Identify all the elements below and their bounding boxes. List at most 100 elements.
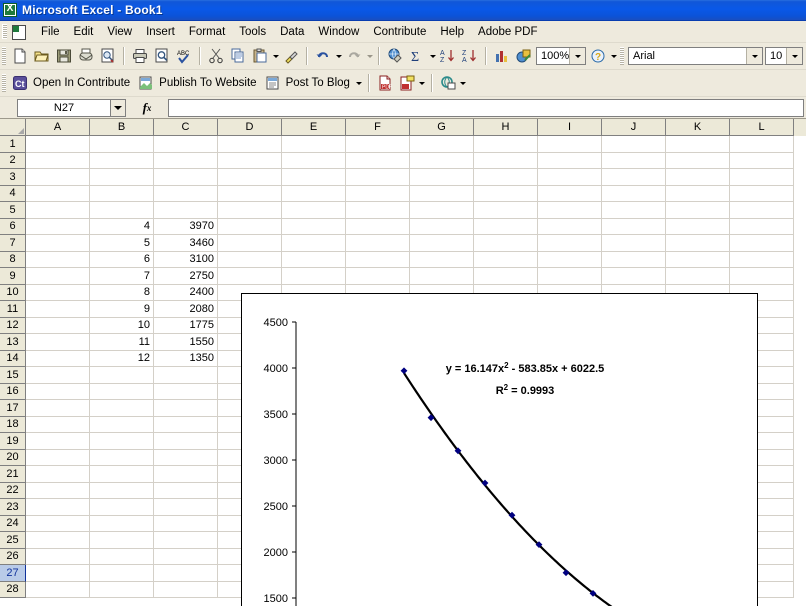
cell-C10[interactable]: 2400 [154, 285, 218, 302]
autosum-icon[interactable]: Σ [406, 45, 428, 67]
formula-input[interactable] [168, 99, 804, 117]
sort-descending-icon[interactable]: ZA [459, 45, 481, 67]
format-painter-icon[interactable] [280, 45, 302, 67]
cell-C1[interactable] [154, 136, 218, 153]
cell-B7[interactable]: 5 [90, 235, 154, 252]
cell-C11[interactable]: 2080 [154, 301, 218, 318]
new-icon[interactable] [9, 45, 31, 67]
row-header-26[interactable]: 26 [0, 549, 26, 566]
row-header-9[interactable]: 9 [0, 268, 26, 285]
cell-F1[interactable] [346, 136, 410, 153]
row-header-17[interactable]: 17 [0, 400, 26, 417]
cell-A18[interactable] [26, 417, 90, 434]
row-header-19[interactable]: 19 [0, 433, 26, 450]
menu-item-help[interactable]: Help [433, 24, 471, 40]
cell-B3[interactable] [90, 169, 154, 186]
row-header-16[interactable]: 16 [0, 384, 26, 401]
cell-C9[interactable]: 2750 [154, 268, 218, 285]
row-header-2[interactable]: 2 [0, 153, 26, 170]
cell-H1[interactable] [474, 136, 538, 153]
column-header-g[interactable]: G [410, 119, 474, 136]
cell-B25[interactable] [90, 532, 154, 549]
cell-A28[interactable] [26, 582, 90, 599]
cell-C18[interactable] [154, 417, 218, 434]
cell-L8[interactable] [730, 252, 794, 269]
cell-B13[interactable]: 11 [90, 334, 154, 351]
cell-C4[interactable] [154, 186, 218, 203]
cell-G7[interactable] [410, 235, 474, 252]
cell-F4[interactable] [346, 186, 410, 203]
cell-K4[interactable] [666, 186, 730, 203]
cell-H6[interactable] [474, 219, 538, 236]
cell-L4[interactable] [730, 186, 794, 203]
pdf-and-email-icon[interactable] [396, 72, 418, 94]
cell-B2[interactable] [90, 153, 154, 170]
cell-B23[interactable] [90, 499, 154, 516]
row-header-11[interactable]: 11 [0, 301, 26, 318]
row-header-18[interactable]: 18 [0, 417, 26, 434]
menu-item-adobe-pdf[interactable]: Adobe PDF [471, 24, 544, 40]
cell-J1[interactable] [602, 136, 666, 153]
cell-F2[interactable] [346, 153, 410, 170]
cell-J8[interactable] [602, 252, 666, 269]
contribute-overflow-chevron-down-icon[interactable] [355, 72, 364, 94]
cell-F8[interactable] [346, 252, 410, 269]
cell-A20[interactable] [26, 450, 90, 467]
cell-C17[interactable] [154, 400, 218, 417]
autosum-chevron-down-icon[interactable] [428, 45, 437, 67]
cell-A8[interactable] [26, 252, 90, 269]
convert-to-pdf-icon[interactable]: PDF [374, 72, 396, 94]
cell-B19[interactable] [90, 433, 154, 450]
publish-website-icon[interactable] [135, 72, 157, 94]
column-header-c[interactable]: C [154, 119, 218, 136]
hyperlink-icon[interactable] [384, 45, 406, 67]
cell-F3[interactable] [346, 169, 410, 186]
cell-A19[interactable] [26, 433, 90, 450]
cell-L3[interactable] [730, 169, 794, 186]
workbook-control-icon[interactable] [11, 24, 28, 40]
name-box[interactable]: N27 [17, 99, 110, 117]
cell-A21[interactable] [26, 466, 90, 483]
cell-A22[interactable] [26, 483, 90, 500]
cell-L9[interactable] [730, 268, 794, 285]
cell-B16[interactable] [90, 384, 154, 401]
row-header-23[interactable]: 23 [0, 499, 26, 516]
print-mail-icon[interactable] [75, 45, 97, 67]
menu-bar-grip[interactable] [2, 24, 7, 39]
cell-B17[interactable] [90, 400, 154, 417]
cell-J7[interactable] [602, 235, 666, 252]
menu-item-edit[interactable]: Edit [67, 24, 101, 40]
cell-D2[interactable] [218, 153, 282, 170]
cell-C28[interactable] [154, 582, 218, 599]
cell-C5[interactable] [154, 202, 218, 219]
menu-item-insert[interactable]: Insert [139, 24, 182, 40]
cell-K2[interactable] [666, 153, 730, 170]
paste-options-chevron-down-icon[interactable] [271, 45, 280, 67]
cell-B28[interactable] [90, 582, 154, 599]
column-header-f[interactable]: F [346, 119, 410, 136]
cell-G3[interactable] [410, 169, 474, 186]
cell-C14[interactable]: 1350 [154, 351, 218, 368]
cell-D1[interactable] [218, 136, 282, 153]
save-icon[interactable] [53, 45, 75, 67]
cell-A27[interactable] [26, 565, 90, 582]
column-header-h[interactable]: H [474, 119, 538, 136]
cell-B12[interactable]: 10 [90, 318, 154, 335]
column-header-l[interactable]: L [730, 119, 794, 136]
cell-C20[interactable] [154, 450, 218, 467]
search-file-icon[interactable] [97, 45, 119, 67]
cell-D9[interactable] [218, 268, 282, 285]
row-header-14[interactable]: 14 [0, 351, 26, 368]
cell-B6[interactable]: 4 [90, 219, 154, 236]
contribute-toolbar-grip[interactable] [2, 74, 6, 92]
cell-F5[interactable] [346, 202, 410, 219]
cell-E5[interactable] [282, 202, 346, 219]
cell-H7[interactable] [474, 235, 538, 252]
row-header-3[interactable]: 3 [0, 169, 26, 186]
row-header-5[interactable]: 5 [0, 202, 26, 219]
zoom-combo[interactable]: 100% [536, 47, 586, 65]
cell-I8[interactable] [538, 252, 602, 269]
sort-ascending-icon[interactable]: AZ [437, 45, 459, 67]
cell-K5[interactable] [666, 202, 730, 219]
print-preview-icon[interactable] [151, 45, 173, 67]
